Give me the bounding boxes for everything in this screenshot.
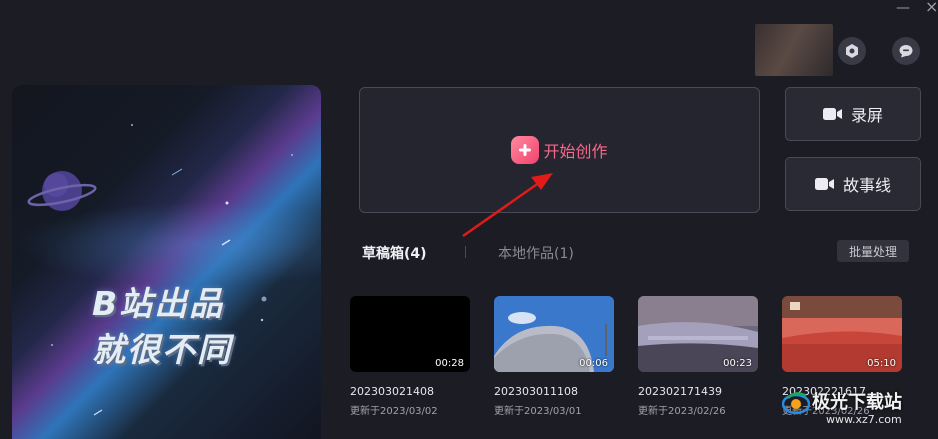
- draft-duration: 05:10: [867, 358, 896, 369]
- draft-duration: 00:23: [723, 358, 752, 369]
- video-camera-icon: [814, 178, 834, 190]
- message-button[interactable]: [892, 37, 920, 65]
- red-arrow-annotation: [462, 173, 553, 238]
- start-creating-label: 开始创作: [543, 142, 608, 161]
- close-button[interactable]: ×: [925, 0, 938, 15]
- draft-duration: 00:28: [435, 358, 464, 369]
- draft-updated: 更新于2023/03/01: [494, 406, 582, 417]
- storyline-label: 故事线: [842, 176, 891, 195]
- batch-process-button[interactable]: 批量处理: [837, 240, 909, 262]
- banner-line-2: 就很不同: [92, 330, 232, 369]
- watermark-logo-icon: [782, 392, 810, 415]
- draft-name: 202303021408: [350, 385, 434, 398]
- draft-thumbnail[interactable]: 00:06: [494, 296, 614, 372]
- settings-button[interactable]: [838, 37, 866, 65]
- screen-record-button[interactable]: 录屏: [785, 87, 921, 141]
- banner-line-1: B站出品: [92, 284, 225, 323]
- storyline-button[interactable]: 故事线: [785, 157, 921, 211]
- draft-thumbnail[interactable]: 00:23: [638, 296, 758, 372]
- watermark-title: 极光下载站: [812, 392, 902, 413]
- watermark-url: www.xz7.com: [826, 413, 902, 426]
- tab-local-works[interactable]: 本地作品(1): [498, 243, 574, 263]
- screen-record-label: 录屏: [850, 106, 883, 125]
- hexagon-settings-icon: [846, 44, 858, 58]
- draft-duration: 00:06: [579, 358, 608, 369]
- draft-thumbnail[interactable]: 05:10: [782, 296, 902, 372]
- tab-drafts[interactable]: 草稿箱(4): [362, 243, 427, 263]
- video-camera-icon: [822, 108, 842, 120]
- stars-decoration: [51, 124, 293, 416]
- tab-divider: [465, 246, 466, 258]
- draft-thumbnail[interactable]: 00:28: [350, 296, 470, 372]
- plus-icon: [511, 136, 540, 164]
- avatar[interactable]: [755, 24, 833, 76]
- draft-updated: 更新于2023/02/26: [638, 406, 726, 417]
- promo-banner[interactable]: B站出品 就很不同: [12, 85, 321, 439]
- minimize-button[interactable]: —: [896, 1, 910, 15]
- draft-name: 202303011108: [494, 385, 578, 398]
- draft-updated: 更新于2023/03/02: [350, 406, 438, 417]
- draft-name: 202302171439: [638, 385, 722, 398]
- chat-bubble-icon: [899, 45, 913, 58]
